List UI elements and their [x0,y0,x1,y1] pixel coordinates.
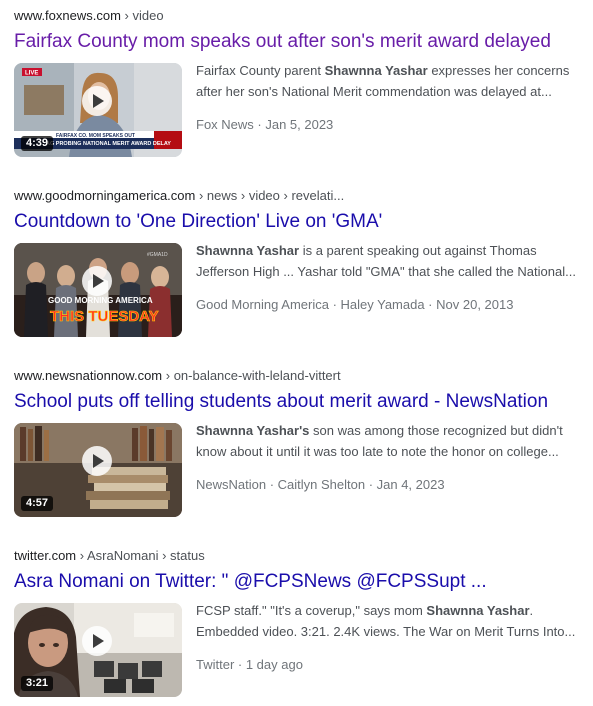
result-meta: Fox News · Jan 5, 2023 [196,117,334,132]
snippet-line-2: after her son's National Merit commendat… [196,84,552,99]
thumbnail-ticker-bottom: AG PROBING NATIONAL MERIT AWARD DELAY [46,141,171,147]
result-domain: www.goodmorningamerica.com [14,188,196,203]
thumbnail-live-badge: LIVE [25,71,38,77]
result-url-breadcrumb[interactable]: www.newsnationnow.com › on-balance-with-… [14,368,584,384]
play-icon [82,86,112,116]
result-title-link[interactable]: Fairfax County mom speaks out after son'… [14,30,584,54]
play-icon [82,626,112,656]
video-duration: 4:39 [21,136,54,151]
search-result: twitter.com › AsraNomani › status Asra N… [14,548,584,699]
snippet-line-1: Shawnna Yashar is a parent speaking out … [196,243,537,258]
thumbnail-caption-large: THIS TUESDAY [50,308,159,325]
snippet-line-1: Shawnna Yashar's son was among those rec… [196,423,563,438]
result-meta: Twitter · 1 day ago [196,657,303,672]
result-domain: twitter.com [14,548,77,563]
video-thumbnail[interactable]: #GMA1D GOOD MORNING AMERICA THIS TUESDAY [14,243,182,337]
snippet-line-2: know about it until it was too late to n… [196,444,559,459]
play-icon [82,266,112,296]
result-snippet: FCSP staff." "It's a coverup," says mom … [196,600,578,642]
result-meta: NewsNation · Caitlyn Shelton · Jan 4, 20… [196,477,445,492]
result-domain: www.newsnationnow.com [14,368,163,383]
snippet-line-2: Jefferson High ... Yashar told "GMA" tha… [196,264,576,279]
video-thumbnail[interactable]: 4:57 [14,423,182,517]
thumbnail-caption-small: GOOD MORNING AMERICA [48,296,153,305]
result-url-breadcrumb[interactable]: www.foxnews.com › video [14,8,584,24]
result-snippet: Fairfax County parent Shawnna Yashar exp… [196,60,578,102]
result-url-breadcrumb[interactable]: www.goodmorningamerica.com › news › vide… [14,188,584,204]
result-meta: Good Morning America · Haley Yamada · No… [196,297,514,312]
video-thumbnail[interactable]: 3:21 [14,603,182,697]
search-results-list: www.foxnews.com › video Fairfax County m… [0,0,593,706]
search-result: www.goodmorningamerica.com › news › vide… [14,188,584,339]
snippet-line-2: Embedded video. 3:21. 2.4K views. The Wa… [196,624,576,639]
result-title-link[interactable]: Countdown to 'One Direction' Live on 'GM… [14,210,584,234]
thumbnail-ticker-top: FAIRFAX CO. MOM SPEAKS OUT [56,133,135,139]
result-snippet: Shawnna Yashar is a parent speaking out … [196,240,578,282]
result-path: › video [120,8,164,23]
search-result: www.newsnationnow.com › on-balance-with-… [14,368,584,519]
result-title-link[interactable]: School puts off telling students about m… [14,390,584,414]
play-icon [82,446,112,476]
result-url-breadcrumb[interactable]: twitter.com › AsraNomani › status [14,548,584,564]
result-title-link[interactable]: Asra Nomani on Twitter: " @FCPSNews @FCP… [14,570,584,594]
video-duration: 3:21 [21,676,54,691]
thumbnail-hashtag: #GMA1D [147,252,168,258]
video-thumbnail[interactable]: FAIRFAX CO. MOM SPEAKS OUT AG PROBING NA… [14,63,182,157]
search-result: www.foxnews.com › video Fairfax County m… [14,8,584,159]
result-path: › on-balance-with-leland-vittert [162,368,341,383]
result-domain: www.foxnews.com [14,8,121,23]
result-path: › news › video › revelati... [195,188,345,203]
snippet-line-1: FCSP staff." "It's a coverup," says mom … [196,603,534,618]
video-duration: 4:57 [21,496,54,511]
result-snippet: Shawnna Yashar's son was among those rec… [196,420,578,462]
snippet-line-1: Fairfax County parent Shawnna Yashar exp… [196,63,570,78]
result-path: › AsraNomani › status [76,548,205,563]
